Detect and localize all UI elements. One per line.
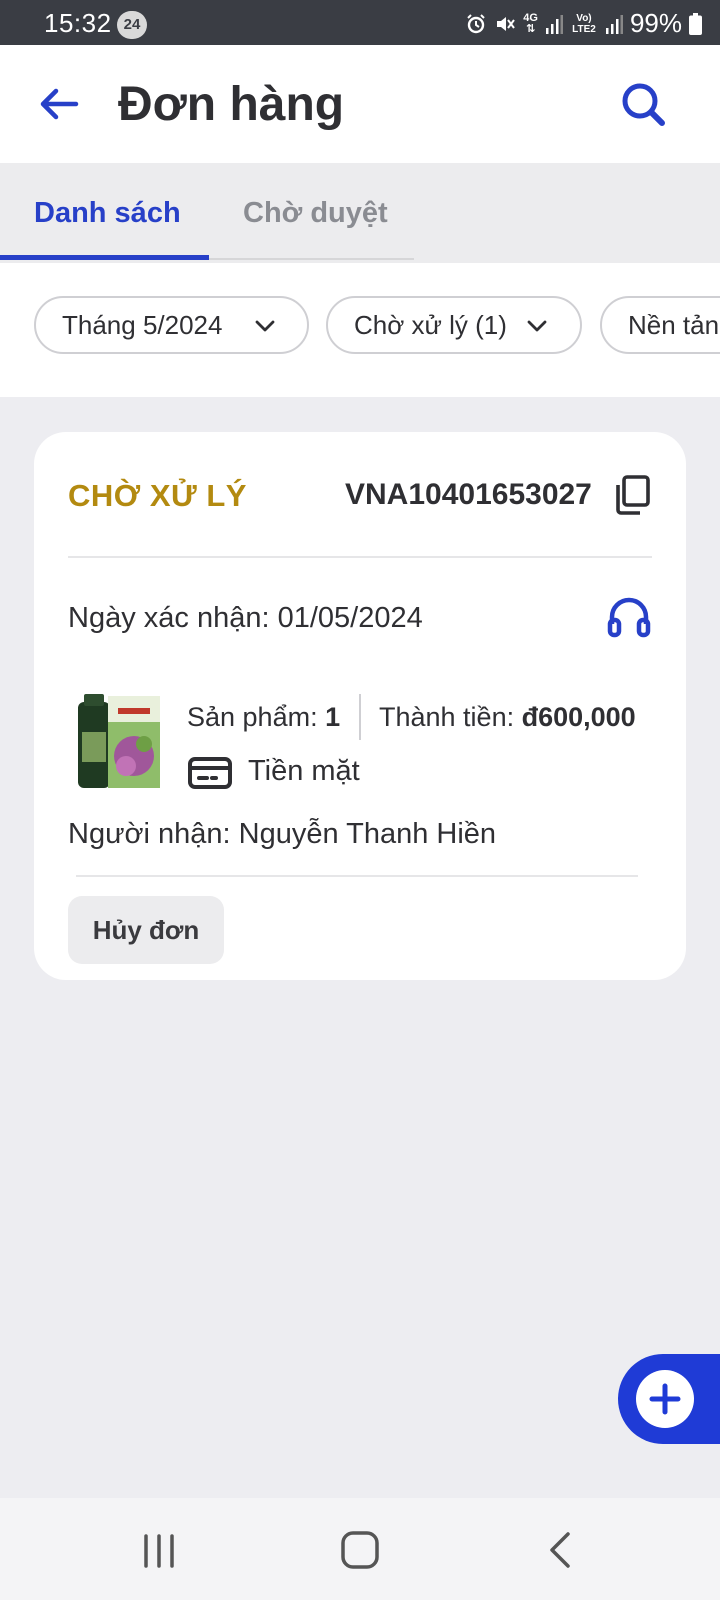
add-order-button[interactable] (618, 1354, 720, 1444)
product-thumbnail (74, 694, 164, 792)
status-time: 15:32 (44, 8, 112, 38)
arrow-left-icon (40, 88, 79, 120)
tab-danh-sach[interactable]: Danh sách (34, 197, 181, 230)
recent-apps-button[interactable] (138, 1528, 182, 1572)
home-button[interactable] (338, 1528, 382, 1572)
active-tab-indicator (0, 255, 209, 260)
battery-icon (689, 12, 702, 35)
receiver-name: Người nhận: Nguyễn Thanh Hiền (68, 818, 497, 850)
month-filter-label: Tháng 5/2024 (62, 309, 223, 340)
product-count: Sản phẩm: 1 (187, 702, 341, 732)
order-code: VNA10401653027 (345, 478, 592, 511)
status-filter-label: Chờ xử lý (1) (354, 309, 507, 340)
chevron-left-icon (550, 1532, 570, 1568)
system-icons: 4G ⇅ Vo) LTE2 99% (465, 8, 702, 39)
vertical-divider (359, 694, 361, 740)
sim2-indicator: Vo) LTE2 (572, 12, 596, 35)
tab-bar: Danh sách Chờ duyệt (0, 163, 720, 263)
order-status: CHỜ XỬ LÝ (68, 478, 247, 513)
status-bar: 15:32 24 4G ⇅ Vo) LTE2 99% (0, 0, 720, 45)
tab-cho-duyet[interactable]: Chờ duyệt (243, 197, 388, 230)
page-title: Đơn hàng (118, 78, 345, 131)
tab-underline (209, 258, 414, 260)
order-card[interactable]: CHỜ XỬ LÝ VNA10401653027 Ngày xác nhận: … (34, 432, 686, 980)
cancel-order-button[interactable]: Hủy đơn (68, 896, 224, 964)
confirm-date: Ngày xác nhận: 01/05/2024 (68, 602, 423, 634)
signal-2-icon (605, 14, 623, 34)
signal-icon (545, 14, 563, 34)
app-bar: Đơn hàng (0, 45, 720, 163)
home-icon (341, 1531, 379, 1569)
month-filter-dropdown[interactable]: Tháng 5/2024 (34, 296, 309, 354)
credit-card-icon (187, 754, 233, 792)
card-divider (68, 556, 652, 558)
order-total: Thành tiền: đ600,000 (379, 702, 636, 732)
plus-icon (649, 1383, 681, 1415)
system-nav-bar (0, 1498, 720, 1600)
back-button[interactable] (34, 79, 84, 129)
headset-icon (607, 597, 651, 638)
status-filter-dropdown[interactable]: Chờ xử lý (1) (326, 296, 582, 354)
battery-percent: 99% (629, 8, 682, 38)
nav-back-button[interactable] (540, 1528, 584, 1572)
platform-filter-dropdown[interactable]: Nền tảng (600, 296, 720, 354)
platform-filter-label: Nền tảng (628, 309, 720, 340)
filter-bar: Tháng 5/2024 Chờ xử lý (1) Nền tảng (0, 263, 720, 397)
copy-code-button[interactable] (612, 474, 652, 516)
mute-icon (497, 16, 516, 31)
support-button[interactable] (606, 594, 652, 640)
payment-method: Tiền mặt (248, 755, 360, 787)
recent-apps-icon (144, 1534, 174, 1568)
alarm-icon (467, 13, 485, 33)
copy-icon (616, 475, 650, 515)
search-button[interactable] (618, 79, 670, 131)
chevron-down-icon (255, 320, 275, 332)
network-indicator: 4G ⇅ (523, 11, 538, 35)
notification-count-badge: 24 (117, 11, 147, 39)
search-icon (622, 83, 665, 126)
chevron-down-icon (527, 320, 547, 332)
card-divider-bottom (76, 875, 638, 877)
